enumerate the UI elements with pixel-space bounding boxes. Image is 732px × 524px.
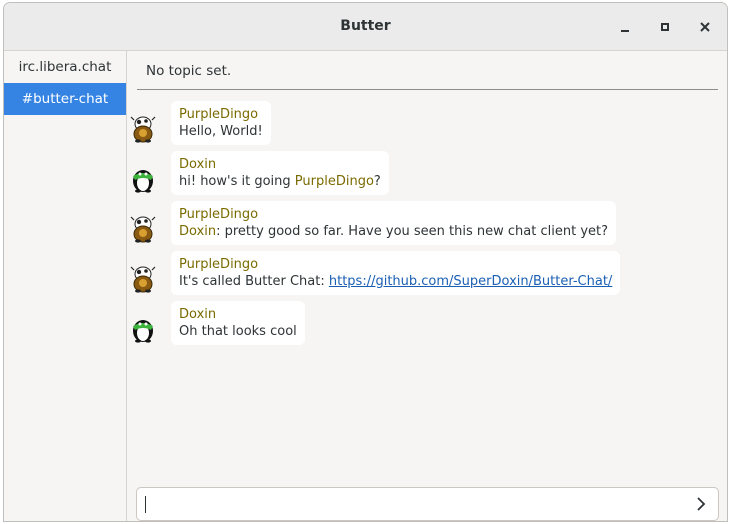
message-list[interactable]: PurpleDingo Hello, World! Doxin hi! how'…: [128, 101, 727, 351]
message-bubble: PurpleDingo Hello, World!: [171, 101, 271, 145]
penguin-avatar-icon: [133, 320, 153, 343]
channel-topic-bar: No topic set.: [137, 51, 718, 90]
message-link[interactable]: https://github.com/SuperDoxin/Butter-Cha…: [329, 274, 612, 289]
cow-avatar-icon: [130, 216, 156, 243]
message-bubble: Doxin Oh that looks cool: [171, 301, 305, 345]
message-body: It's called Butter Chat:: [179, 274, 329, 289]
message-text: Oh that looks cool: [179, 323, 297, 341]
message-text: Doxin: pretty good so far. Have you seen…: [179, 223, 608, 241]
message-input[interactable]: [143, 492, 673, 516]
maximize-icon: [661, 23, 669, 31]
message-nick[interactable]: PurpleDingo: [179, 257, 612, 273]
message-body: Oh that looks cool: [179, 324, 297, 339]
penguin-avatar-icon: [133, 170, 153, 193]
message-row: Doxin Oh that looks cool: [128, 301, 727, 351]
chat-area: No topic set. PurpleDingo Hello, World!: [128, 51, 727, 521]
channel-sidebar: irc.libera.chat #butter-chat: [4, 51, 127, 521]
message-bubble: PurpleDingo It's called Butter Chat: htt…: [171, 251, 621, 295]
message-text: Hello, World!: [179, 123, 263, 141]
maximize-button[interactable]: [653, 15, 677, 39]
chevron-right-icon: [697, 497, 706, 511]
message-row: Doxin hi! how's it going PurpleDingo?: [128, 151, 727, 201]
message-nick[interactable]: PurpleDingo: [179, 207, 608, 223]
message-bubble: Doxin hi! how's it going PurpleDingo?: [171, 151, 389, 195]
close-icon: [700, 22, 710, 32]
send-button[interactable]: [691, 494, 711, 514]
message-bubble: PurpleDingo Doxin: pretty good so far. H…: [171, 201, 617, 245]
message-row: PurpleDingo Hello, World!: [128, 101, 727, 151]
message-row: PurpleDingo Doxin: pretty good so far. H…: [128, 201, 727, 251]
message-composer: [136, 487, 719, 521]
message-body: hi! how's it going: [179, 174, 295, 189]
cow-avatar-icon: [130, 116, 156, 143]
title-bar[interactable]: Butter: [4, 3, 727, 51]
sidebar-item-server[interactable]: irc.libera.chat: [4, 51, 126, 83]
app-window: Butter irc.libera.chat #butter-chat No t…: [3, 2, 728, 522]
cow-avatar-icon: [130, 266, 156, 293]
message-body-end: ?: [373, 174, 381, 189]
message-nick[interactable]: PurpleDingo: [179, 107, 263, 123]
message-row: PurpleDingo It's called Butter Chat: htt…: [128, 251, 727, 301]
message-text: hi! how's it going PurpleDingo?: [179, 173, 381, 191]
mention-nick[interactable]: PurpleDingo: [295, 174, 374, 189]
sidebar-item-channel[interactable]: #butter-chat: [4, 83, 126, 115]
close-button[interactable]: [693, 15, 717, 39]
channel-topic: No topic set.: [146, 63, 232, 79]
minimize-icon: [621, 30, 629, 32]
message-nick[interactable]: Doxin: [179, 157, 381, 173]
message-body: Hello, World!: [179, 124, 263, 139]
mention-nick[interactable]: Doxin: [179, 224, 216, 239]
message-text: It's called Butter Chat: https://github.…: [179, 273, 612, 291]
minimize-button[interactable]: [613, 15, 637, 39]
message-nick[interactable]: Doxin: [179, 307, 297, 323]
message-body-end: : pretty good so far. Have you seen this…: [216, 224, 609, 239]
